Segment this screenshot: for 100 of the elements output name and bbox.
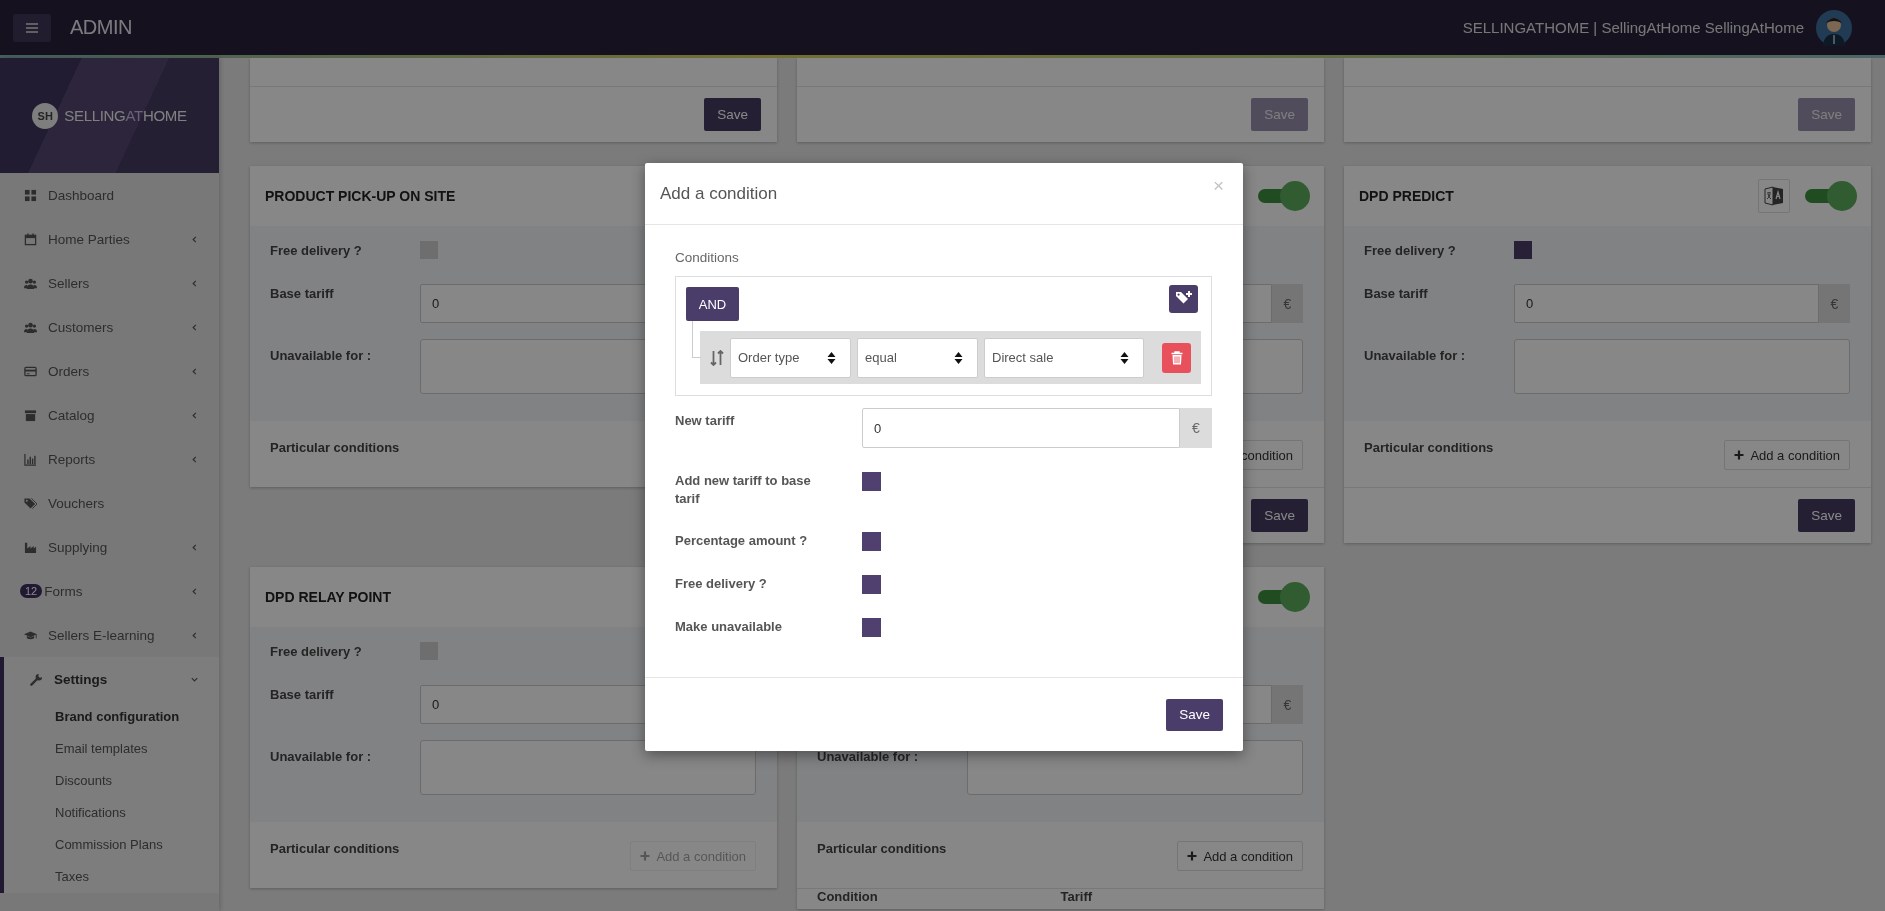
sidebar-item[interactable]: Home Parties (0, 217, 219, 261)
submenu-item[interactable]: Taxes (4, 861, 219, 893)
select-dropdown[interactable]: Direct sale (984, 337, 1144, 378)
section-label: Conditions (675, 250, 740, 265)
option-label: Add new tariff to base tarif (675, 472, 812, 508)
menu-button[interactable] (13, 13, 51, 42)
factory-icon (24, 540, 37, 554)
field-label: Unavailable for : (270, 347, 373, 363)
logo-badge: SH (32, 102, 59, 129)
save-button[interactable]: Save (704, 98, 761, 131)
option-label: Percentage amount ? (675, 532, 809, 550)
calendar-icon (24, 232, 37, 246)
sidebar-item[interactable]: Settings (4, 657, 219, 701)
chevron-left-icon (190, 410, 199, 420)
sidebar-item[interactable]: Sellers E-learning (0, 613, 219, 657)
trash-icon (1170, 350, 1183, 365)
toggle-switch[interactable] (1258, 582, 1310, 612)
sidebar-item[interactable]: Reports (0, 437, 219, 481)
chevron-left-icon (190, 586, 199, 596)
option-label: Free delivery ? (675, 575, 768, 593)
users-icon (24, 320, 37, 334)
archive-icon (24, 408, 37, 422)
card-title: DPD RELAY POINT (265, 589, 392, 605)
wrench-icon (30, 672, 43, 686)
currency-addon: € (1180, 408, 1212, 448)
field-label: Unavailable for : (1364, 347, 1467, 363)
checkbox[interactable] (862, 472, 881, 491)
graduation-cap-icon (24, 628, 37, 642)
column-header: Condition (817, 889, 879, 904)
save-button[interactable]: Save (1798, 499, 1855, 532)
sidebar-item[interactable]: 12 Forms (0, 569, 219, 613)
field-label: Base tariff (270, 285, 335, 301)
count-badge: 12 (20, 584, 43, 598)
sidebar-item[interactable]: Vouchers (0, 481, 219, 525)
card-title: DPD PREDICT (1359, 188, 1454, 204)
submenu-item[interactable]: Email templates (4, 733, 219, 765)
save-button[interactable]: Save (1166, 698, 1223, 731)
chevron-left-icon (190, 630, 199, 640)
add-condition-button[interactable]: Add a condition (1724, 440, 1850, 470)
add-condition-button[interactable]: Add a condition (1177, 841, 1303, 871)
toggle-switch[interactable] (1805, 181, 1857, 211)
dialog-title: Add a condition (660, 183, 778, 204)
delete-button[interactable] (1162, 342, 1191, 373)
input-field[interactable]: 0 (862, 408, 1180, 448)
section-label: Particular conditions (270, 840, 400, 856)
sort-caret-icon (1120, 350, 1129, 365)
field-label: Free delivery ? (270, 242, 363, 258)
bar-chart-icon (24, 452, 37, 466)
card-title: PRODUCT PICK-UP ON SITE (265, 188, 456, 204)
avatar-icon[interactable] (1816, 9, 1852, 46)
sidebar-item[interactable]: Customers (0, 305, 219, 349)
sidebar-item[interactable]: Sellers (0, 261, 219, 305)
toggle-switch[interactable] (1258, 181, 1310, 211)
chevron-left-icon (190, 454, 199, 464)
select-dropdown[interactable]: equal (857, 337, 978, 378)
option-label: Make unavailable (675, 618, 783, 636)
sidebar-item[interactable]: Supplying (0, 525, 219, 569)
section-label: Particular conditions (1364, 439, 1494, 455)
menu-icon (26, 22, 38, 33)
field-label: Base tariff (270, 686, 335, 702)
sort-caret-icon (827, 350, 836, 365)
sidebar-item[interactable]: Orders (0, 349, 219, 393)
checkbox[interactable] (862, 618, 881, 637)
checkbox[interactable] (862, 575, 881, 594)
checkbox[interactable] (862, 532, 881, 551)
plus-icon (1734, 450, 1745, 460)
credit-card-icon (24, 364, 37, 378)
field-label: Free delivery ? (270, 643, 363, 659)
operator-button[interactable]: AND (686, 287, 739, 321)
field-label: Unavailable for : (817, 748, 920, 764)
column-header: Tariff (1060, 889, 1094, 904)
text-area[interactable] (420, 740, 756, 795)
sort-handle-icon[interactable] (710, 349, 724, 366)
currency-addon: € (1272, 284, 1303, 323)
translate-button[interactable] (1758, 179, 1790, 213)
submenu-item[interactable]: Brand configuration (4, 701, 219, 733)
submenu-item[interactable]: Commission Plans (4, 829, 219, 861)
add-rule-button[interactable] (1169, 285, 1198, 313)
sidebar-item[interactable]: Dashboard (0, 173, 219, 217)
select-dropdown[interactable]: Order type (730, 337, 851, 378)
checkbox[interactable] (1514, 241, 1532, 259)
chevron-left-icon (190, 322, 199, 332)
users-icon (24, 276, 37, 290)
user-name: SELLINGATHOME | SellingAtHome SellingAtHome (1462, 19, 1804, 36)
submenu-item[interactable]: Notifications (4, 797, 219, 829)
section-label: Particular conditions (817, 840, 947, 856)
save-button[interactable]: Save (1251, 499, 1308, 532)
currency-addon: € (1819, 284, 1850, 323)
close-button[interactable]: × (1208, 175, 1228, 197)
field-label: Free delivery ? (1364, 242, 1457, 258)
sidebar-item[interactable]: Catalog (0, 393, 219, 437)
field-label: New tariff (675, 412, 736, 428)
submenu-item[interactable]: Discounts (4, 765, 219, 797)
chevron-left-icon (190, 366, 199, 376)
logo-text: SELLINGATHOME (64, 107, 187, 124)
translate-icon (1763, 185, 1785, 207)
section-label: Particular conditions (270, 439, 400, 455)
input-field[interactable]: 0 (1514, 284, 1819, 323)
field-label: Unavailable for : (270, 748, 373, 764)
plus-icon (640, 851, 651, 861)
